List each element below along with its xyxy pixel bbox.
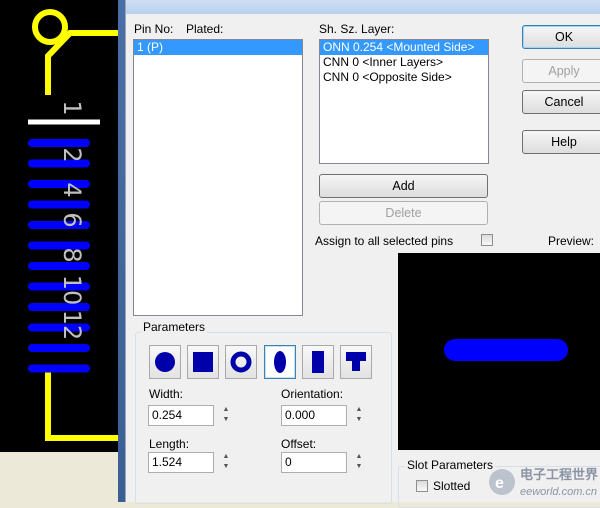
silkscreen-bottom-outline	[45, 368, 125, 441]
ring-shape-button[interactable]	[225, 345, 257, 379]
assign-all-checkbox[interactable]	[481, 234, 493, 246]
layer-list-item[interactable]: CNN 0 <Opposite Side>	[320, 70, 488, 85]
silkscreen-top-outline	[45, 30, 125, 95]
layer-list-item[interactable]: ONN 0.254 <Mounted Side>	[320, 40, 488, 55]
layer-list-header: Sh. Sz. Layer:	[319, 22, 395, 36]
pcb-pad[interactable]	[28, 262, 90, 270]
offset-label: Offset:	[281, 437, 317, 451]
offset-stepper[interactable]: ▲ ▼	[353, 452, 365, 473]
offset-field[interactable]: 0	[281, 452, 347, 473]
apply-button[interactable]: Apply	[522, 59, 600, 83]
pcb-pad[interactable]	[28, 344, 90, 352]
square-shape-icon	[193, 352, 213, 372]
cancel-button[interactable]: Cancel	[522, 90, 600, 114]
custom-shape-icon	[346, 352, 366, 371]
square-shape-button[interactable]	[187, 345, 219, 379]
width-label: Width:	[149, 387, 184, 401]
pin-number-label: 4	[58, 182, 86, 197]
pin-list[interactable]: 1 (P)	[133, 39, 303, 316]
slotted-label: Slotted	[433, 479, 471, 493]
slotted-checkbox[interactable]	[416, 480, 428, 492]
rectangle-shape-icon	[312, 351, 324, 373]
pin-number-label: 6	[58, 212, 86, 227]
ok-button[interactable]: OK	[522, 25, 600, 49]
pin-number-label: 12	[58, 310, 86, 341]
layer-list-item[interactable]: CNN 0 <Inner Layers>	[320, 55, 488, 70]
assign-all-label: Assign to all selected pins	[315, 234, 454, 248]
dialog-title-bar[interactable]	[126, 0, 600, 14]
svg-text:电子工程世界: 电子工程世界	[520, 467, 598, 483]
pin-number-label: 2	[58, 147, 86, 162]
length-label: Length:	[149, 437, 190, 451]
pcb-canvas[interactable]: 1 2 4 6 8 10 12	[0, 0, 125, 452]
pin-number-label: 8	[58, 247, 86, 262]
add-button[interactable]: Add	[319, 174, 488, 198]
length-field[interactable]: 1.524	[148, 452, 214, 473]
pin-list-item[interactable]: 1 (P)	[134, 40, 302, 55]
pin1-marker	[32, 9, 68, 45]
oval-shape-button[interactable]	[264, 345, 296, 379]
orientation-stepper[interactable]: ▲ ▼	[353, 405, 365, 426]
length-stepper[interactable]: ▲ ▼	[220, 452, 232, 473]
pin-no-header: Pin No:	[134, 22, 174, 36]
help-button[interactable]: Help	[522, 130, 600, 154]
svg-text:eeworld.com.cn: eeworld.com.cn	[520, 486, 597, 498]
parameters-title: Parameters	[141, 320, 208, 334]
preview-label: Preview:	[548, 234, 595, 248]
pin-number-label: 1	[58, 100, 86, 115]
pcb-status-area	[0, 452, 125, 502]
orientation-label: Orientation:	[281, 387, 344, 401]
rectangle-shape-button[interactable]	[302, 345, 334, 379]
circle-shape-button[interactable]	[149, 345, 181, 379]
footprint-drawing: 124681012	[28, 9, 125, 441]
pad-preview	[398, 253, 600, 450]
custom-shape-button[interactable]	[340, 345, 372, 379]
plated-header: Plated:	[186, 22, 224, 36]
pad-stack-dialog: Pin No: Plated: 1 (P) Sh. Sz. Layer: ONN…	[125, 0, 600, 508]
circle-shape-icon	[155, 352, 175, 372]
layer-list[interactable]: ONN 0.254 <Mounted Side> CNN 0 <Inner La…	[319, 39, 489, 164]
width-field[interactable]: 0.254	[148, 405, 214, 426]
preview-oval-pad	[444, 339, 568, 361]
slot-parameters-title: Slot Parameters	[405, 458, 496, 472]
pin-number-label: 10	[58, 275, 86, 306]
pcb-pad[interactable]	[28, 364, 90, 373]
ring-shape-icon	[230, 351, 252, 373]
orientation-field[interactable]: 0.000	[281, 405, 347, 426]
delete-button[interactable]: Delete	[319, 201, 488, 225]
oval-shape-icon	[274, 351, 286, 373]
pcb-pad[interactable]	[28, 139, 90, 147]
watermark-logo: e 电子工程世界 eeworld.com.cn	[484, 462, 600, 502]
svg-text:e: e	[495, 475, 504, 492]
pcb-pad[interactable]	[28, 200, 90, 209]
width-stepper[interactable]: ▲ ▼	[220, 405, 232, 426]
